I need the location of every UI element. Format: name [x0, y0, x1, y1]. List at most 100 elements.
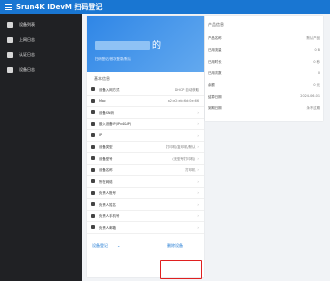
stat-row: 余额 0 元: [205, 79, 323, 91]
stat-label: 到期日期: [208, 106, 222, 111]
stat-label: 已用时长: [208, 59, 222, 64]
ip-icon: [91, 121, 95, 126]
sidebar-item-online-log[interactable]: 上网日志: [0, 32, 82, 47]
sidebar-item-device-log[interactable]: 设备日志: [0, 62, 82, 77]
device-detail-card: 的 扫码登记/首次登录/默认 基本信息 设备入网方式 DHCP 自动获取 Mac…: [87, 16, 204, 277]
chevron-right-icon: ›: [197, 132, 199, 138]
chevron-right-icon: ›: [197, 190, 199, 196]
stat-row: 已用时长 0 秒: [205, 55, 323, 67]
info-row-mac: Mac a2:e2:eb:6d:0e:66: [87, 96, 204, 107]
sidebar-item-auth-log[interactable]: 认证日志: [0, 47, 82, 62]
device-icon: [7, 21, 13, 28]
net-icon: [91, 179, 95, 184]
info-row-access-mode: 设备入网方式 DHCP 自动获取: [87, 84, 204, 96]
device-name-suffix: 的: [152, 41, 162, 51]
log-icon: [7, 36, 13, 43]
menu-icon[interactable]: [5, 4, 12, 10]
stat-label: 产品名称: [208, 36, 222, 41]
device-subtitle: 扫码登记/首次登录/默认: [95, 57, 132, 61]
name-icon: [91, 167, 95, 172]
product-info-title: 产品信息: [208, 22, 224, 27]
info-row-owner-phone[interactable]: 负责人手机号 ›: [87, 211, 204, 222]
phone-icon: [91, 213, 95, 218]
network-icon: [91, 87, 95, 92]
row-value: a2:e2:eb:6d:0e:66: [167, 98, 199, 103]
sidebar-item-label: 设备日志: [19, 66, 35, 72]
row-label: 嵌入设备IP(IPv4&IP): [99, 122, 132, 127]
row-label: 所在网络: [99, 179, 113, 184]
row-label: Mac: [99, 98, 106, 103]
device-banner: 的 扫码登记/首次登录/默认: [87, 16, 204, 72]
row-label: 负责人账号: [99, 191, 116, 196]
ip-alt-icon: [91, 133, 95, 138]
row-label: IP: [99, 133, 103, 138]
owner-icon: [91, 202, 95, 207]
sidebar-item-device-list[interactable]: 设备列表: [0, 17, 82, 32]
row-label: 设备入网方式: [99, 87, 120, 92]
device-log-icon: [7, 66, 13, 73]
stat-row: 已用次数 0: [205, 67, 323, 79]
highlight-annotation: [160, 260, 202, 279]
chevron-right-icon: ›: [197, 178, 199, 184]
model-icon: [91, 156, 95, 161]
row-label: 设备名称: [99, 168, 113, 173]
stat-label: 结算日期: [208, 94, 222, 99]
product-info-card: 产品信息 产品名称 默认产品 已用流量 0 B 已用时长 0 秒 已用次数 0 …: [205, 16, 323, 121]
sidebar-item-label: 认证日志: [19, 51, 35, 57]
row-value: 打印机: [185, 168, 196, 173]
chevron-right-icon: ›: [197, 109, 199, 115]
stat-value: 0 秒: [313, 59, 320, 64]
stat-row: 结算日期 2024-06-01: [205, 90, 323, 102]
info-row-device-model[interactable]: 设备型号 (无型号打印机) ›: [87, 153, 204, 165]
info-row-ip[interactable]: IP ›: [87, 130, 204, 142]
chevron-right-icon: ›: [197, 213, 199, 219]
info-row-network[interactable]: 所在网络 ›: [87, 176, 204, 188]
row-label: 设备型号: [99, 156, 113, 161]
info-row-owner-name[interactable]: 负责人姓名 ›: [87, 199, 204, 211]
stat-value: 2024-06-01: [300, 94, 320, 99]
sidebar-item-label: 设备列表: [19, 21, 35, 27]
stat-label: 余额: [208, 83, 215, 88]
basic-info-title: 基本信息: [94, 76, 110, 81]
email-icon: [91, 225, 95, 230]
row-label: 设备类型: [99, 145, 113, 150]
auth-icon: [7, 51, 13, 58]
row-value: (无型号打印机): [172, 156, 196, 161]
stat-row: 产品名称 默认产品: [205, 32, 323, 44]
chevron-right-icon: ›: [197, 144, 199, 150]
stat-value: 默认产品: [306, 36, 320, 41]
row-label: 负责人姓名: [99, 202, 116, 207]
chevron-right-icon: ›: [197, 167, 199, 173]
info-row-device-type[interactable]: 设备类型 打印机/复印机/默认 ›: [87, 142, 204, 153]
stat-value: 永不过期: [306, 106, 320, 111]
info-row-owner-email[interactable]: 负责人邮箱 ›: [87, 222, 204, 234]
row-label: 负责人手机号: [99, 214, 120, 219]
row-label: 设备SN码: [99, 110, 114, 115]
delete-device-button[interactable]: 删除设备: [167, 243, 183, 249]
stat-value: 0: [317, 70, 320, 75]
sn-icon: [91, 110, 95, 115]
row-value: 打印机/复印机/默认: [165, 145, 196, 150]
chevron-right-icon: ›: [197, 224, 199, 230]
type-icon: [91, 144, 95, 149]
chevron-right-icon: ›: [197, 121, 199, 127]
chevron-down-icon[interactable]: ⌄: [117, 243, 120, 248]
stat-row: 到期日期 永不过期: [205, 102, 323, 114]
app-title: Srun4K IDevM 扫码登记: [16, 3, 103, 11]
stat-row: 已用流量 0 B: [205, 44, 323, 56]
card-actions: 设备登记 ⌄ 删除设备: [87, 234, 204, 254]
redacted-device-name: [95, 41, 150, 50]
stat-label: 已用次数: [208, 71, 222, 76]
mac-icon: [91, 98, 95, 103]
info-row-device-name[interactable]: 设备名称 打印机 ›: [87, 165, 204, 176]
stat-value: 0 B: [314, 47, 320, 52]
row-value: DHCP 自动获取: [174, 87, 199, 92]
info-row-owner-account[interactable]: 负责人账号 ›: [87, 188, 204, 199]
chevron-right-icon: ›: [197, 201, 199, 207]
info-row-embedded-ip[interactable]: 嵌入设备IP(IPv4&IP) ›: [87, 119, 204, 130]
stat-value: 0 元: [313, 83, 320, 88]
info-row-sn[interactable]: 设备SN码 ›: [87, 107, 204, 119]
register-device-link[interactable]: 设备登记: [92, 243, 108, 249]
account-icon: [91, 190, 95, 195]
stat-label: 已用流量: [208, 48, 222, 53]
